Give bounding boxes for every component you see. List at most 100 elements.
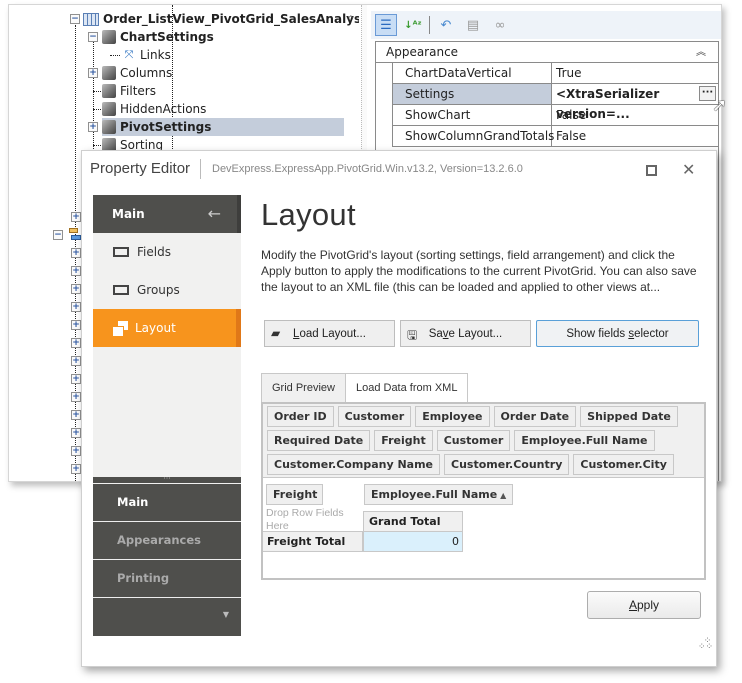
save-icon: 🖫 [407,328,418,342]
collapse-toggle[interactable]: − [53,230,63,240]
dialog-title: Property Editor [90,160,191,177]
layout-buttons: ▰ Load Layout... 🖫 Save Layout... Show f… [264,320,699,347]
category-appearance[interactable]: Appearance ︽ [376,42,718,63]
page-description: Modify the PivotGrid's layout (sorting s… [261,248,697,294]
toolbar-separator [429,16,430,34]
cube-icon [102,84,116,98]
expand-toggle[interactable]: + [71,356,81,366]
save-layout-button[interactable]: 🖫 Save Layout... [400,320,531,347]
expand-toggle[interactable]: + [71,212,81,222]
alphabetical-icon[interactable]: ↓ᴬᶻ [402,14,424,36]
expand-toggle[interactable]: + [71,266,81,276]
reset-icon[interactable]: ▤ [462,14,484,36]
expand-toggle[interactable]: + [71,446,81,456]
undo-icon[interactable]: ↶ [435,14,457,36]
field-header[interactable]: Customer.Country [444,454,570,475]
expand-toggle[interactable]: + [88,68,98,78]
grand-total-header: Grand Total [363,511,463,532]
expand-toggle[interactable]: + [71,428,81,438]
scroll-up-icon[interactable]: ^ [347,15,355,25]
expand-toggle[interactable]: + [71,392,81,402]
title-separator [200,159,201,179]
tree-line [93,91,101,92]
listview-icon [83,12,99,26]
freight-total-cell[interactable]: 0 [363,531,463,552]
property-row[interactable]: ShowChart False [392,105,718,126]
pivot-grid-preview: Order ID Customer Employee Order Date Sh… [261,402,706,580]
tree-node-hiddenactions[interactable]: HiddenActions [102,100,206,118]
tree-node-pivotsettings[interactable]: PivotSettings [102,118,344,136]
expand-toggle[interactable]: + [71,374,81,384]
expand-toggle[interactable]: + [71,284,81,294]
nav-item-fields[interactable]: Fields [93,233,241,271]
expand-toggle[interactable]: + [71,410,81,420]
apply-button[interactable]: Apply [587,591,701,619]
tree-node-links[interactable]: ⤧ Links [121,46,171,64]
nav-group-appearances[interactable]: Appearances [93,522,241,560]
dialog-subtitle: DevExpress.ExpressApp.PivotGrid.Win.v13.… [212,163,523,175]
field-header[interactable]: Customer.City [573,454,674,475]
nav-overflow[interactable]: ▼ [93,598,241,636]
field-header[interactable]: Employee [415,406,490,427]
field-header[interactable]: Required Date [267,430,371,451]
show-fields-selector-button[interactable]: Show fields selector [536,320,699,347]
navigation-pane: Main ← Fields Groups Layout ··· Main App… [93,195,241,636]
cube-icon [102,66,116,80]
load-layout-button[interactable]: ▰ Load Layout... [264,320,395,347]
tree-node-listview[interactable]: Order_ListView_PivotGrid_SalesAnalysis [83,10,359,28]
nav-group-printing[interactable]: Printing [93,560,241,598]
maximize-button[interactable] [646,165,657,176]
field-header[interactable]: Freight [374,430,433,451]
nav-item-layout[interactable]: Layout [93,309,241,347]
expand-toggle[interactable]: + [71,464,81,474]
nav-group-main[interactable]: Main [93,484,241,522]
sort-ascending-icon: ▲ [500,491,507,500]
links-icon: ⤧ [124,48,134,61]
nav-splitter-grip[interactable]: ··· [93,475,241,483]
nav-header: Main ← [93,195,241,233]
tab-load-data-from-xml[interactable]: Load Data from XML [345,373,469,402]
expand-toggle[interactable]: + [71,248,81,258]
cube-icon [102,102,116,116]
tree-node-columns[interactable]: Columns [102,64,172,82]
tree-node-chartsettings[interactable]: ChartSettings [102,28,214,46]
column-field-employee[interactable]: Employee.Full Name ▲ [364,484,514,505]
property-row[interactable]: ChartDataVertical True [392,63,718,84]
property-row[interactable]: ShowColumnGrandTotals False [392,126,718,147]
resize-grip-icon[interactable]: ⁘ ⁘⁘ [698,637,713,652]
field-header[interactable]: Employee.Full Name [514,430,655,451]
pivot-area: Freight Employee.Full Name ▲ Drop Row Fie… [263,478,704,574]
collapse-category-icon[interactable]: ︽ [696,42,706,63]
field-header[interactable]: Order ID [267,406,334,427]
field-header[interactable]: Customer.Company Name [267,454,440,475]
mouse-cursor-icon: ➚ [712,95,728,116]
filter-field-area: Order ID Customer Employee Order Date Sh… [263,404,704,478]
property-toolbar: ☰ ↓ᴬᶻ ↶ ▤ ∞ [371,11,721,39]
field-header[interactable]: Customer [337,406,412,427]
field-header[interactable]: Customer [436,430,511,451]
data-field-freight[interactable]: Freight [266,484,323,505]
apply-label: Apply [628,598,660,612]
field-header[interactable]: Shipped Date [580,406,678,427]
tree-node-filters[interactable]: Filters [102,82,156,100]
expand-toggle[interactable]: + [71,338,81,348]
collapse-toggle[interactable]: − [88,32,98,42]
close-button[interactable]: ✕ [682,160,695,179]
groups-icon [113,285,129,295]
categorized-icon[interactable]: ☰ [375,14,397,36]
link-icon[interactable]: ∞ [489,14,511,36]
expand-toggle[interactable]: + [71,302,81,312]
tab-grid-preview[interactable]: Grid Preview [261,373,346,402]
nav-edge [237,195,241,233]
property-row-settings[interactable]: Settings <XtraSerializer version=... ··· [392,84,718,121]
expand-toggle[interactable]: + [88,122,98,132]
folder-open-icon: ▰ [271,326,281,340]
back-arrow-icon[interactable]: ← [208,195,221,233]
field-header[interactable]: Order Date [493,406,577,427]
chevron-down-icon[interactable]: ▼ [223,610,229,619]
nav-item-groups[interactable]: Groups [93,271,241,309]
expand-toggle[interactable]: + [71,320,81,330]
settings-value[interactable]: <XtraSerializer version=... ··· [552,84,718,121]
row-drop-hint: Drop Row Fields Here [266,507,344,532]
collapse-toggle[interactable]: − [70,14,80,24]
